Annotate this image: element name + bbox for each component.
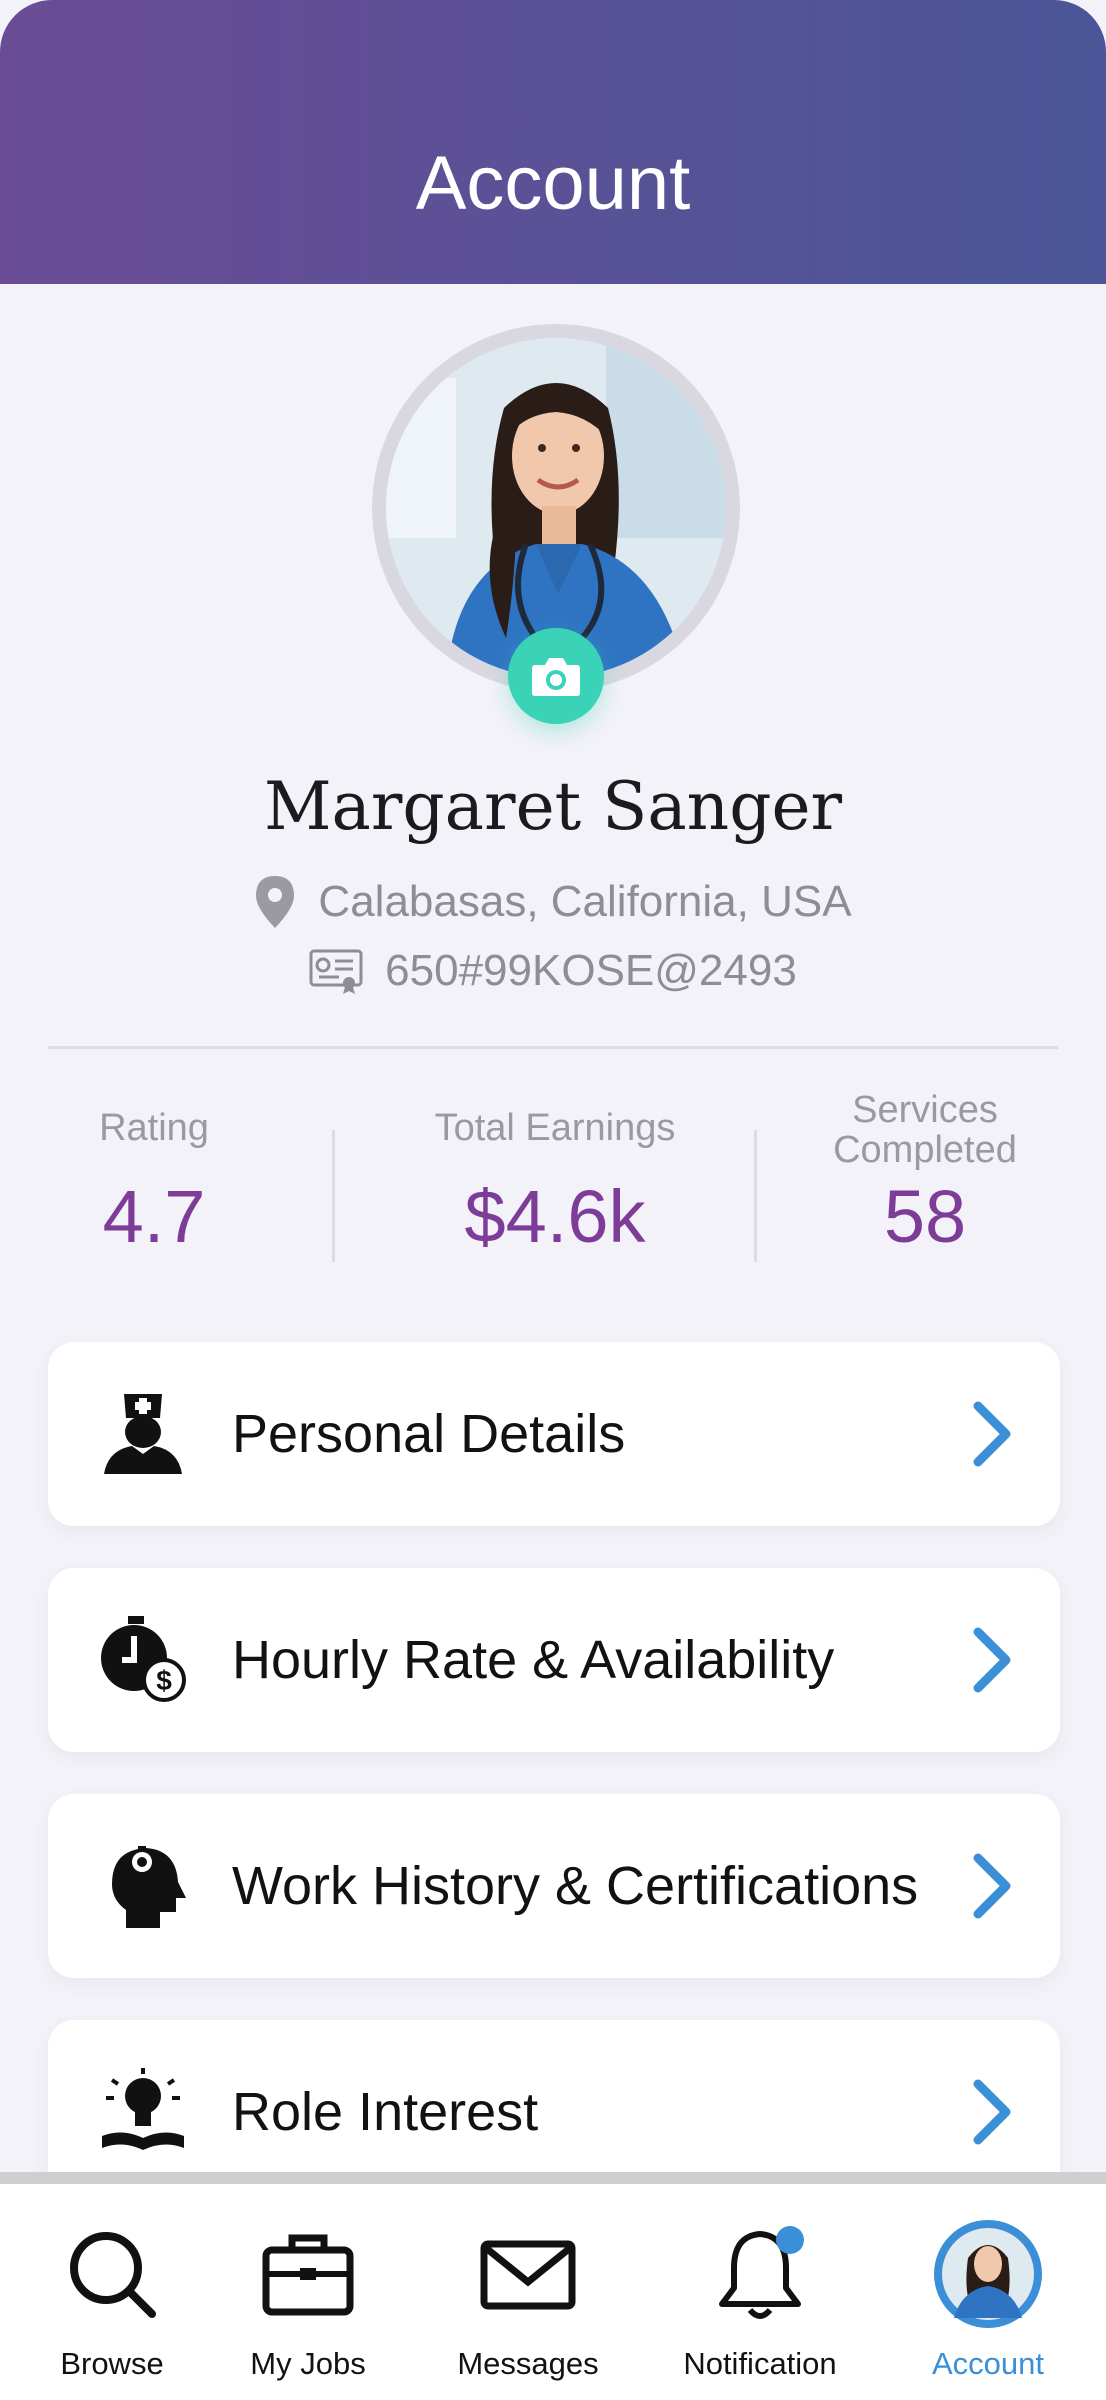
menu-personal-details[interactable]: Personal Details: [48, 1342, 1060, 1526]
svg-text:$: $: [156, 1665, 172, 1696]
profile-avatar[interactable]: [386, 338, 726, 678]
divider: [48, 1046, 1058, 1049]
search-icon: [70, 2232, 156, 2318]
head-gear-icon: [112, 1846, 186, 1928]
chevron-right-icon: [973, 2079, 1011, 2145]
avatar-icon: [934, 2220, 1042, 2328]
menu-work-history[interactable]: Work History & Certifications: [48, 1794, 1060, 1978]
location-text: Calabasas, California, USA: [318, 877, 852, 926]
stat-separator: [754, 1130, 757, 1262]
clock-dollar-icon: $: [101, 1616, 186, 1702]
license-number: 650#99KOSE@2493: [385, 946, 797, 995]
stat-rating: Rating 4.7: [54, 1090, 254, 1259]
stat-separator: [332, 1130, 335, 1262]
bottom-nav: Browse My Jobs Messages Notification Acc…: [0, 2172, 1106, 2400]
nav-label: Messages: [457, 2346, 599, 2381]
nav-browse[interactable]: Browse: [12, 2184, 212, 2400]
page-title: Account: [415, 141, 691, 226]
camera-icon: [532, 658, 580, 696]
nav-notification[interactable]: Notification: [660, 2184, 860, 2400]
stat-label: Total Earnings: [434, 1107, 676, 1149]
menu-label: Hourly Rate & Availability: [232, 1630, 835, 1690]
avatar-photo: [386, 338, 726, 678]
notification-badge: [776, 2226, 804, 2254]
menu-label: Personal Details: [232, 1404, 626, 1464]
menu-hourly-rate[interactable]: $ Hourly Rate & Availability: [48, 1568, 1060, 1752]
bell-icon: [719, 2226, 804, 2319]
stat-label-line1: Services: [852, 1089, 998, 1131]
nurse-icon: [104, 1394, 182, 1474]
stat-services: Services Completed 58: [800, 1090, 1050, 1259]
envelope-icon: [480, 2240, 576, 2310]
stat-label-line2: Completed: [833, 1129, 1017, 1171]
location-row: Calabasas, California, USA: [0, 874, 1106, 930]
nav-label: My Jobs: [250, 2346, 366, 2381]
account-screen: Account Margaret Sanger Calabasas, Calif…: [0, 0, 1106, 2400]
lightbulb-book-icon: [102, 2068, 184, 2150]
chevron-right-icon: [973, 1853, 1011, 1919]
menu-label: Work History & Certifications: [232, 1856, 919, 1916]
briefcase-icon: [262, 2234, 354, 2316]
nav-messages[interactable]: Messages: [428, 2184, 628, 2400]
nav-label: Notification: [683, 2346, 837, 2381]
license-row: 650#99KOSE@2493: [0, 946, 1106, 996]
stat-value: 4.7: [102, 1175, 206, 1258]
location-pin-icon: [256, 876, 295, 928]
header-bar: Account: [0, 0, 1106, 284]
stat-value: $4.6k: [464, 1175, 646, 1258]
nav-label: Account: [931, 2346, 1044, 2381]
nav-my-jobs[interactable]: My Jobs: [208, 2184, 408, 2400]
certificate-icon: [309, 949, 363, 994]
chevron-right-icon: [973, 1627, 1011, 1693]
chevron-right-icon: [973, 1401, 1011, 1467]
stat-value: 58: [883, 1175, 967, 1258]
profile-name: Margaret Sanger: [263, 768, 843, 845]
change-photo-button[interactable]: [508, 628, 604, 724]
nav-account[interactable]: Account: [888, 2184, 1088, 2400]
stat-label: Rating: [99, 1107, 209, 1149]
stat-earnings: Total Earnings $4.6k: [400, 1090, 710, 1259]
nav-label: Browse: [60, 2346, 164, 2381]
